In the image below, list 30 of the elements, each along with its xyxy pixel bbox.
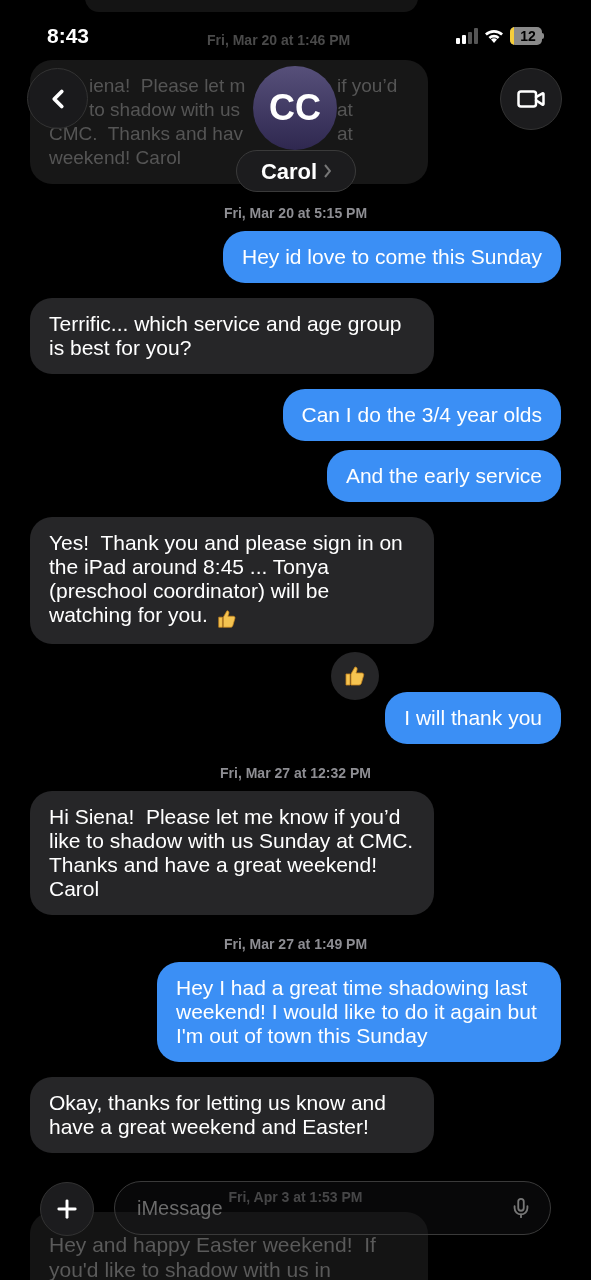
- battery-indicator: 12: [510, 27, 544, 45]
- received-message-bubble: Okay, thanks for letting us know and have a great weekend and Easter!: [30, 1077, 434, 1154]
- sent-message-bubble: I will thank you: [385, 692, 561, 745]
- wifi-icon: [484, 28, 504, 44]
- timestamp: Fri, Mar 20 at 5:15 PM: [223, 204, 368, 222]
- received-message-bubble: Yes! Thank you and please sign in on the iPad around 8:45 ... Tonya (preschool coordinator) will be watching for you.: [30, 517, 434, 645]
- add-button[interactable]: [40, 1182, 94, 1236]
- chevron-right-icon: [323, 164, 332, 178]
- sent-message-bubble: Hey I had a great time shadowing last weekend! I would like to do it again but I'm out of town this Sunday: [157, 962, 561, 1063]
- faded-message-text: CMC. Thanks and hav: [49, 123, 243, 144]
- faded-timestamp: Fri, Apr 3 at 1:53 PM: [228, 1188, 363, 1206]
- signal-icon: [456, 28, 478, 44]
- timestamp: Fri, Mar 27 at 1:49 PM: [223, 935, 368, 954]
- faded-message-text: iena! Please let m: [89, 75, 246, 96]
- reaction-badge[interactable]: [331, 652, 379, 701]
- received-message-bubble: Hi Siena! Please let me know if you’d like to shadow with us Sunday at CMC. Thanks and have a great weekend! Carol: [30, 791, 434, 916]
- faded-message-text: to shadow with us: [89, 99, 241, 120]
- timestamp: Fri, Mar 27 at 12:32 PM: [220, 764, 371, 783]
- faded-timestamp: Fri, Mar 20 at 1:46 PM: [207, 30, 351, 50]
- sent-message-bubble: Hey id love to come this Sunday: [223, 231, 561, 283]
- faded-message-text: weekend! Carol: [49, 147, 182, 168]
- status-time: 8:43: [47, 23, 90, 50]
- contact-name-button[interactable]: Carol: [236, 150, 356, 192]
- received-message-bubble: Terrific... which service and age group is best for you?: [30, 298, 434, 374]
- sent-message-bubble: Can I do the 3/4 year olds: [282, 389, 561, 441]
- sent-message-bubble: And the early service: [326, 450, 561, 502]
- faded-message-text: if you’d: [337, 74, 398, 98]
- faded-message-text: at: [337, 122, 353, 146]
- faded-message-text: at: [337, 98, 353, 122]
- thumbs-up-icon: [343, 664, 367, 689]
